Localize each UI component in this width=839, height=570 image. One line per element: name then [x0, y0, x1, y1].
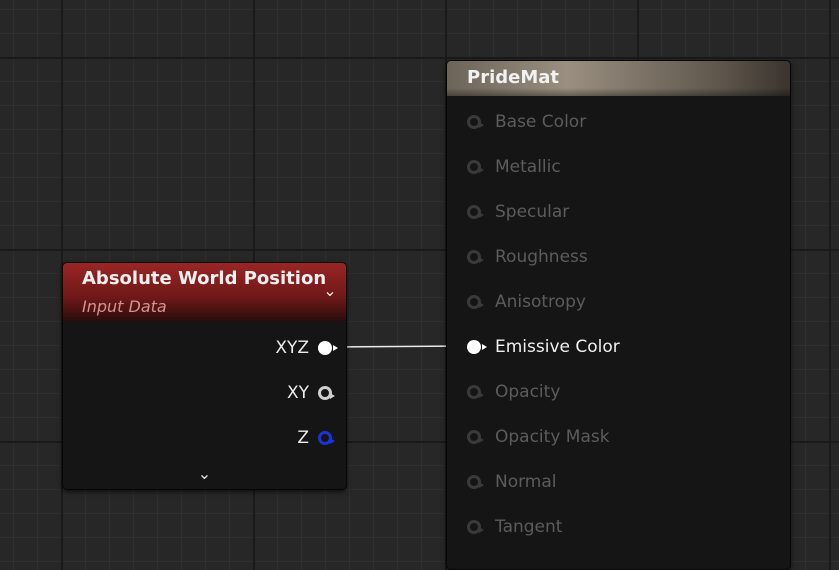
input-pin-row-anisotropy[interactable]: Anisotropy: [467, 287, 586, 317]
input-pin-anisotropy[interactable]: [467, 295, 484, 309]
output-pin-label: Z: [297, 428, 309, 448]
input-pin-row-specular[interactable]: Specular: [467, 197, 569, 227]
node-title: PrideMat: [467, 67, 559, 88]
output-pin-xy[interactable]: [318, 386, 335, 400]
input-pin-row-roughness[interactable]: Roughness: [467, 242, 588, 272]
input-pin-row-emissive-color[interactable]: Emissive Color: [467, 332, 620, 362]
input-pin-metallic[interactable]: [467, 160, 484, 174]
output-pin-xyz[interactable]: [318, 341, 338, 355]
input-pin-base-color[interactable]: [467, 115, 484, 129]
chevron-down-icon[interactable]: ⌄: [322, 283, 338, 299]
node-header[interactable]: Absolute World Position Input Data ⌄: [63, 263, 346, 321]
input-pin-label: Opacity Mask: [495, 427, 610, 447]
node-subtitle: Input Data: [82, 297, 167, 316]
input-pin-tangent[interactable]: [467, 520, 484, 534]
input-pin-emissive-color[interactable]: [467, 340, 487, 354]
input-pin-roughness[interactable]: [467, 250, 484, 264]
output-pin-row-xy[interactable]: XY: [286, 378, 335, 408]
input-pin-label: Base Color: [495, 112, 587, 132]
input-pin-label: Emissive Color: [495, 337, 620, 357]
input-pin-row-tangent[interactable]: Tangent: [467, 512, 562, 542]
input-pin-label: Anisotropy: [495, 292, 586, 312]
input-pin-row-base-color[interactable]: Base Color: [467, 107, 586, 137]
output-pin-label: XY: [286, 383, 309, 403]
input-pin-label: Tangent: [495, 517, 563, 537]
node-header[interactable]: PrideMat: [447, 61, 790, 96]
input-pin-row-metallic[interactable]: Metallic: [467, 152, 561, 182]
input-pin-label: Opacity: [495, 382, 561, 402]
output-pin-label: XYZ: [275, 338, 309, 358]
input-pin-normal[interactable]: [467, 475, 484, 489]
input-pin-label: Roughness: [495, 247, 588, 267]
input-pin-opacity[interactable]: [467, 385, 484, 399]
node-title: Absolute World Position: [82, 268, 327, 289]
input-pin-label: Metallic: [495, 157, 561, 177]
input-pin-opacity-mask[interactable]: [467, 430, 484, 444]
input-pin-row-opacity[interactable]: Opacity: [467, 377, 560, 407]
input-pin-label: Normal: [495, 472, 557, 492]
output-pin-row-xyz[interactable]: XYZ: [275, 333, 338, 363]
input-pin-specular[interactable]: [467, 205, 484, 219]
input-pin-label: Specular: [495, 202, 570, 222]
input-pin-row-normal[interactable]: Normal: [467, 467, 557, 497]
output-pin-z[interactable]: [318, 431, 335, 445]
output-pin-row-z[interactable]: Z: [297, 423, 335, 453]
material-result-node[interactable]: PrideMat Base Color Metallic Specular Ro…: [446, 60, 791, 570]
input-pin-row-opacity-mask[interactable]: Opacity Mask: [467, 422, 610, 452]
expand-node-chevron-icon[interactable]: ⌄: [63, 464, 346, 483]
absolute-world-position-node[interactable]: Absolute World Position Input Data ⌄ XYZ…: [62, 262, 347, 490]
